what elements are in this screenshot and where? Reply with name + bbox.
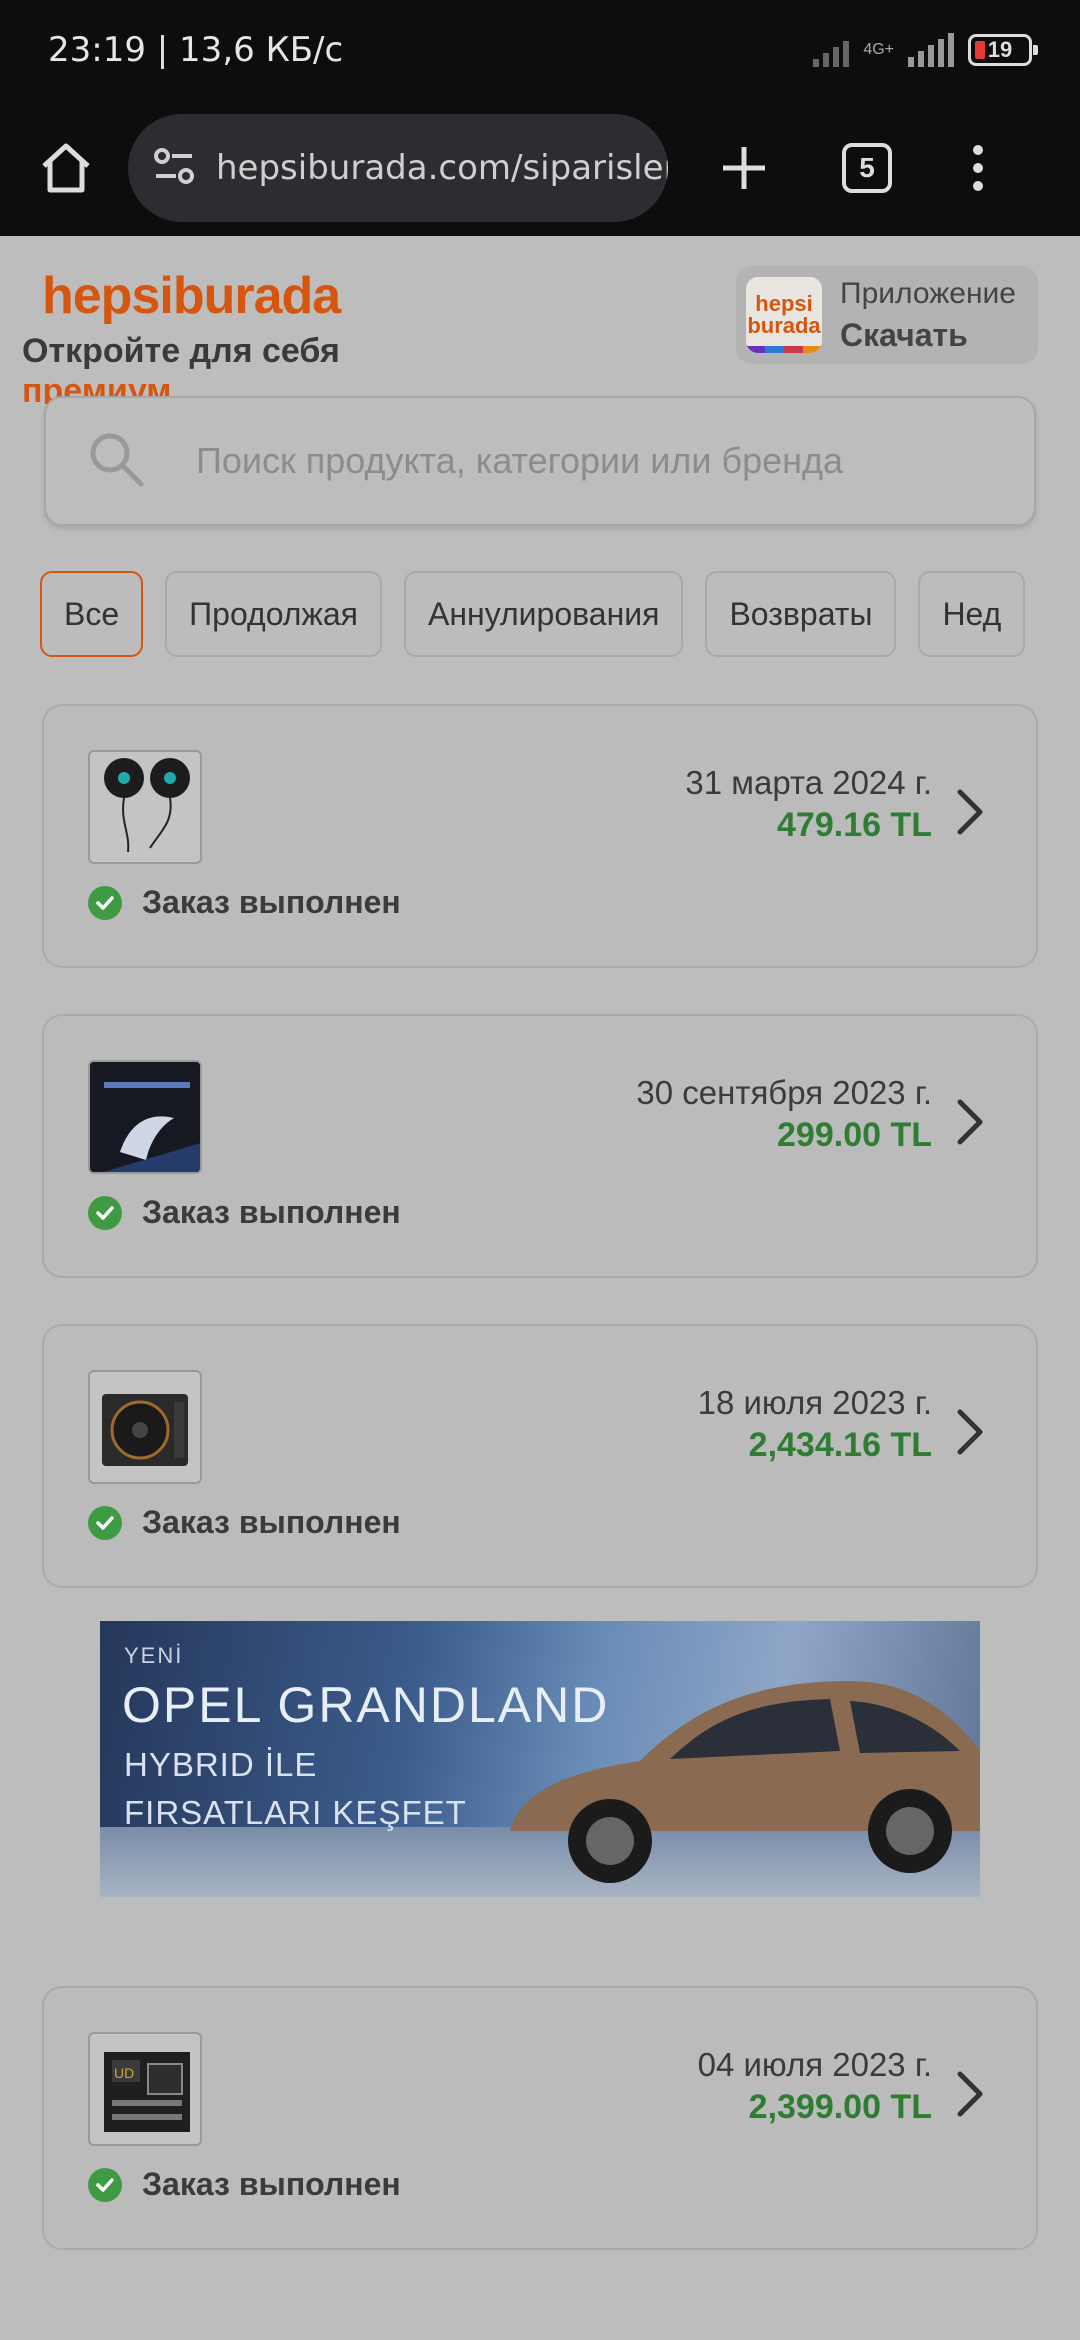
- tagline: Откройте для себя: [22, 332, 340, 370]
- app-download-label: Скачать: [840, 316, 968, 353]
- order-status-label: Заказ выполнен: [142, 2166, 401, 2202]
- overflow-menu-icon[interactable]: [958, 132, 998, 204]
- status-bar: 23:19 | 13,6 КБ/с 4G+ 19: [0, 0, 1080, 100]
- search-box[interactable]: Поиск продукта, категории или бренда: [44, 396, 1036, 526]
- banner-line-2: HYBRID İLE: [124, 1746, 318, 1783]
- order-price: 299.00 TL: [777, 1116, 932, 1154]
- signal-icon: [813, 33, 850, 67]
- browser-toolbar: hepsiburada.com/siparisler 5: [0, 100, 1080, 236]
- filter-undelivered[interactable]: Нед: [918, 571, 1026, 657]
- order-status: Заказ выполнен: [88, 1194, 401, 1231]
- tab-count: 5: [859, 152, 875, 183]
- check-circle-icon: [88, 2167, 122, 2202]
- check-circle-icon: [88, 1195, 122, 1230]
- order-status-label: Заказ выполнен: [142, 1194, 401, 1230]
- check-circle-icon: [88, 1505, 122, 1540]
- order-card[interactable]: 18 июля 2023 г. 2,434.16 TL Заказ выполн…: [42, 1324, 1038, 1588]
- new-tab-icon[interactable]: [708, 132, 780, 204]
- chevron-right-icon[interactable]: [950, 1094, 990, 1150]
- battery-level: 19: [987, 37, 1013, 62]
- svg-text:UD: UD: [114, 2065, 134, 2081]
- order-status-label: Заказ выполнен: [142, 884, 401, 920]
- status-icons: 4G+ 19: [813, 33, 1038, 67]
- ssd-box-image: [88, 1060, 202, 1174]
- app-icon-text-2: burada: [747, 313, 821, 338]
- app-download-button[interactable]: hepsi burada Приложение Скачать: [736, 266, 1038, 364]
- order-price: 2,434.16 TL: [748, 1426, 932, 1464]
- signal-icon-2: [908, 33, 954, 67]
- site-settings-icon[interactable]: [152, 146, 196, 191]
- app-title: Приложение: [840, 276, 1016, 310]
- search-input[interactable]: Поиск продукта, категории или бренда: [196, 440, 843, 482]
- order-status: Заказ выполнен: [88, 1504, 401, 1541]
- search-icon: [86, 429, 146, 494]
- app-icon-text-1: hepsi: [755, 291, 813, 316]
- network-type: 4G+: [863, 41, 894, 58]
- chevron-right-icon[interactable]: [950, 2066, 990, 2122]
- filter-returns[interactable]: Возвраты: [705, 571, 897, 657]
- filter-in-progress[interactable]: Продолжая: [165, 571, 382, 657]
- filter-cancellations[interactable]: Аннулирования: [404, 571, 684, 657]
- status-time: 23:19 | 13,6 КБ/с: [48, 30, 344, 70]
- promo-banner[interactable]: YENİ OPEL GRANDLAND HYBRID İLE FIRSATLAR…: [100, 1621, 980, 1897]
- battery-icon: 19: [968, 34, 1038, 66]
- chevron-right-icon[interactable]: [950, 784, 990, 840]
- check-circle-icon: [88, 885, 122, 920]
- order-date: 31 марта 2024 г.: [685, 764, 932, 801]
- url-text: hepsiburada.com/siparisler: [216, 148, 668, 188]
- network-label: 4G+: [863, 41, 894, 58]
- home-icon[interactable]: [30, 132, 102, 204]
- order-price: 2,399.00 TL: [748, 2088, 932, 2126]
- order-card[interactable]: UD 04 июля 2023 г. 2,399.00 TL Заказ вып…: [42, 1986, 1038, 2250]
- car-image: [510, 1681, 980, 1883]
- order-status: Заказ выполнен: [88, 884, 401, 921]
- order-date: 30 сентября 2023 г.: [636, 1074, 932, 1111]
- order-price: 479.16 TL: [777, 806, 932, 844]
- filter-all[interactable]: Все: [40, 571, 144, 657]
- gpu-fans-image: [88, 750, 202, 864]
- order-date: 04 июля 2023 г.: [697, 2046, 932, 2083]
- power-supply-image: [88, 1370, 202, 1484]
- chevron-right-icon[interactable]: [950, 1404, 990, 1460]
- order-status-label: Заказ выполнен: [142, 1504, 401, 1540]
- address-bar[interactable]: hepsiburada.com/siparisler: [128, 114, 668, 222]
- banner-line-1: YENİ: [124, 1643, 184, 1668]
- banner-line-3: FIRSATLARI KEŞFET: [124, 1794, 467, 1831]
- motherboard-image: UD: [88, 2032, 202, 2146]
- app-logo-icon: hepsi burada: [746, 277, 822, 353]
- order-card[interactable]: 30 сентября 2023 г. 299.00 TL Заказ выпо…: [42, 1014, 1038, 1278]
- order-date: 18 июля 2023 г.: [697, 1384, 932, 1421]
- brand-logo[interactable]: hepsiburada: [42, 266, 341, 326]
- page-content: hepsiburada Откройте для себя премиум he…: [0, 236, 1080, 2340]
- order-card[interactable]: 31 марта 2024 г. 479.16 TL Заказ выполне…: [42, 704, 1038, 968]
- order-status: Заказ выполнен: [88, 2166, 401, 2203]
- tab-switcher-button[interactable]: 5: [842, 143, 892, 193]
- order-filter-tabs: Все Продолжая Аннулирования Возвраты Нед: [40, 571, 1040, 661]
